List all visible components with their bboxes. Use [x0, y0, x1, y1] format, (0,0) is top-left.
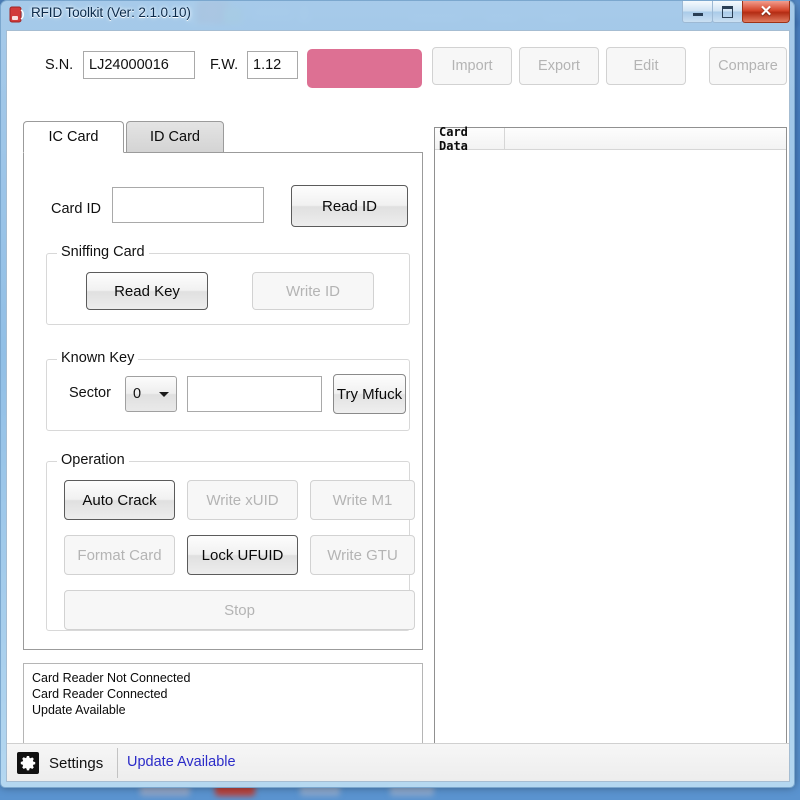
- status-indicator: [307, 49, 422, 88]
- status-bar: Settings Update Available: [7, 743, 789, 781]
- window-title: RFID Toolkit (Ver: 2.1.0.10): [31, 5, 191, 20]
- write-xuid-button[interactable]: Write xUID: [187, 480, 298, 520]
- card-data-header-row: Card Data: [435, 125, 786, 153]
- maximize-button[interactable]: [712, 1, 743, 23]
- log-line: Card Reader Not Connected: [32, 671, 191, 685]
- read-id-button[interactable]: Read ID: [291, 185, 408, 227]
- settings-button[interactable]: Settings: [17, 748, 119, 778]
- known-key-group: Known Key Sector 0 Try Mfuck: [46, 350, 410, 431]
- card-data-toolbar: Import Export Edit Compare: [432, 47, 787, 89]
- tab-ic-card[interactable]: IC Card: [23, 121, 124, 153]
- rfid-card-icon: [9, 6, 24, 23]
- compare-button[interactable]: Compare: [709, 47, 787, 85]
- sniffing-card-title: Sniffing Card: [57, 244, 149, 260]
- caption-buttons: ✕: [682, 1, 790, 23]
- firmware-label: F.W.: [210, 57, 239, 73]
- card-id-input[interactable]: [112, 187, 264, 223]
- ic-card-panel: Card ID Read ID Sniffing Card Read Key W…: [23, 152, 423, 650]
- write-m1-button[interactable]: Write M1: [310, 480, 415, 520]
- tab-id-card[interactable]: ID Card: [126, 121, 224, 153]
- known-key-input[interactable]: [187, 376, 322, 412]
- known-key-title: Known Key: [57, 350, 139, 366]
- write-id-button[interactable]: Write ID: [252, 272, 374, 310]
- serial-number-field[interactable]: LJ24000016: [83, 51, 195, 79]
- operation-title: Operation: [57, 452, 129, 468]
- card-data-column-header[interactable]: Card Data: [435, 125, 505, 153]
- write-gtu-button[interactable]: Write GTU: [310, 535, 415, 575]
- import-button[interactable]: Import: [432, 47, 512, 85]
- close-icon: ✕: [759, 3, 773, 20]
- log-line: Update Available: [32, 703, 126, 717]
- firmware-field[interactable]: 1.12: [247, 51, 298, 79]
- sector-label: Sector: [69, 385, 111, 401]
- card-id-label: Card ID: [51, 201, 101, 217]
- edit-button[interactable]: Edit: [606, 47, 686, 85]
- auto-crack-button[interactable]: Auto Crack: [64, 480, 175, 520]
- application-window: RFID Toolkit (Ver: 2.1.0.10) ✕ S.N. LJ24…: [0, 0, 795, 788]
- sector-selected-value: 0: [133, 386, 142, 402]
- export-button[interactable]: Export: [519, 47, 599, 85]
- format-card-button[interactable]: Format Card: [64, 535, 175, 575]
- card-data-list[interactable]: Card Data: [434, 125, 787, 763]
- serial-number-label: S.N.: [45, 57, 74, 73]
- log-line: Card Reader Connected: [32, 687, 168, 701]
- try-mfuck-button[interactable]: Try Mfuck: [333, 374, 406, 414]
- settings-label: Settings: [49, 754, 104, 772]
- operation-group: Operation Auto Crack Write xUID Write M1…: [46, 452, 415, 631]
- lock-ufuid-button[interactable]: Lock UFUID: [187, 535, 298, 575]
- gear-glyph: [20, 755, 36, 771]
- sector-dropdown[interactable]: 0: [125, 376, 177, 412]
- update-available-link[interactable]: Update Available: [127, 754, 236, 770]
- gear-icon: [17, 752, 39, 774]
- minimize-icon: [692, 13, 703, 16]
- client-area: S.N. LJ24000016 F.W. 1.12 Import Export …: [6, 30, 790, 782]
- stop-button[interactable]: Stop: [64, 590, 415, 630]
- title-bar[interactable]: RFID Toolkit (Ver: 2.1.0.10) ✕: [1, 1, 794, 29]
- sniffing-card-group: Sniffing Card Read Key Write ID: [46, 244, 410, 325]
- maximize-icon: [722, 5, 733, 18]
- close-button[interactable]: ✕: [742, 1, 790, 23]
- chevron-down-icon: [159, 392, 169, 397]
- card-data-body[interactable]: [435, 150, 786, 762]
- minimize-button[interactable]: [682, 1, 713, 23]
- read-key-button[interactable]: Read Key: [86, 272, 208, 310]
